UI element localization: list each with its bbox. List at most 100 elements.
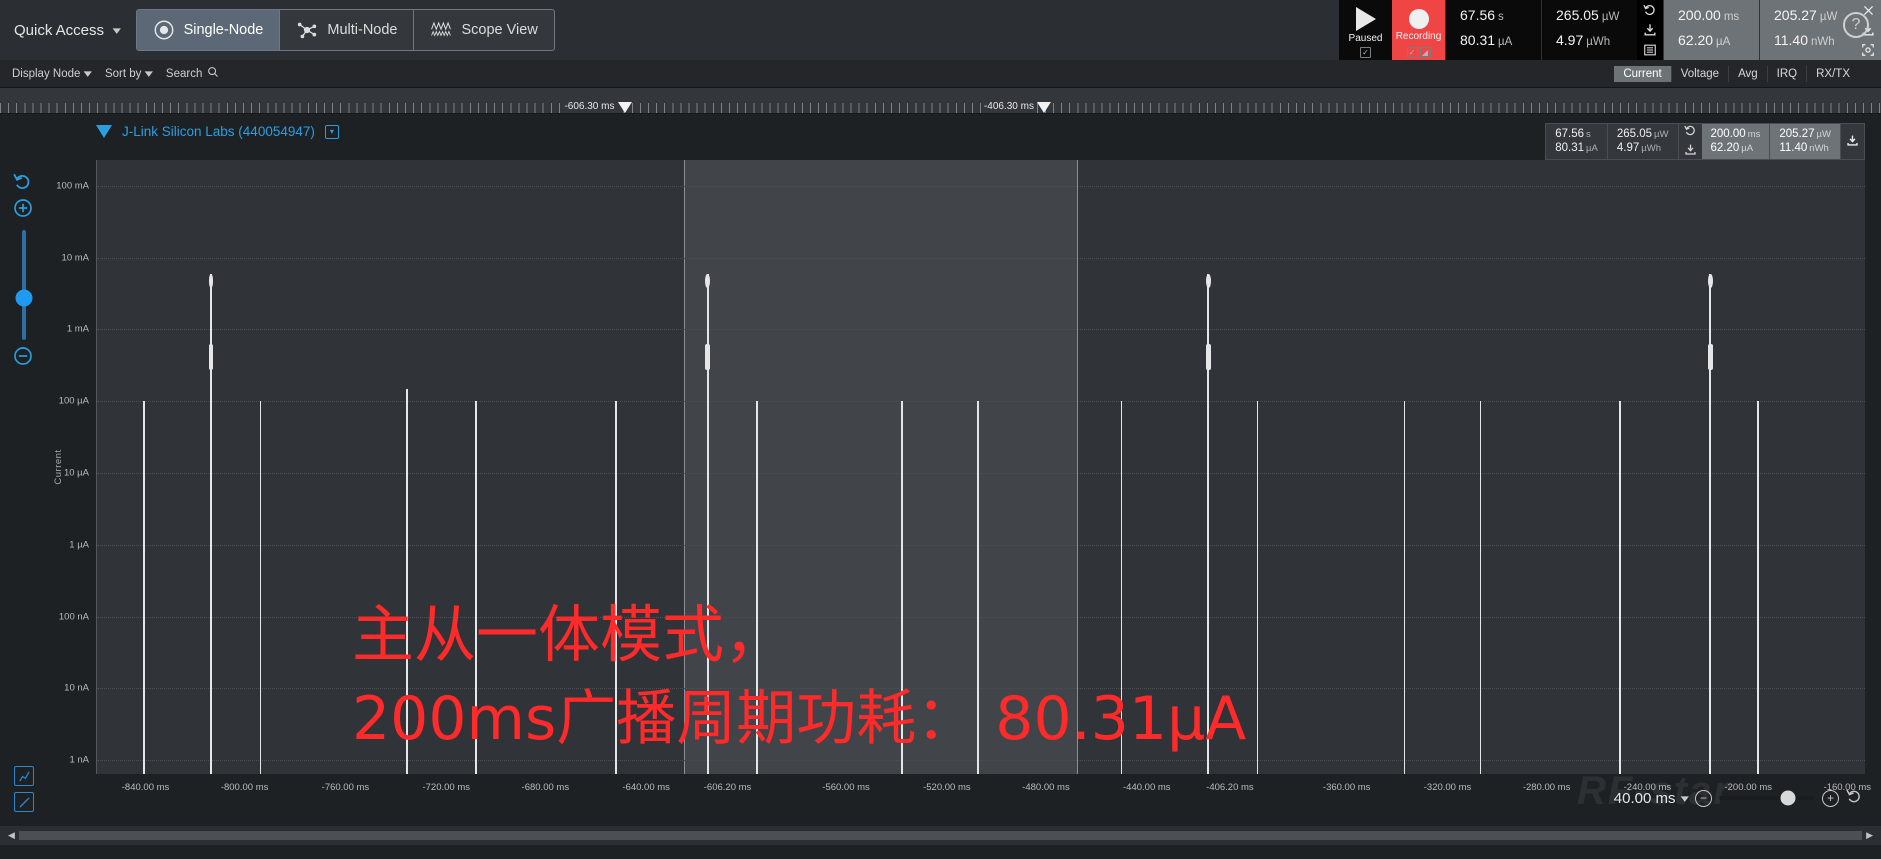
- tab-voltage[interactable]: Voltage: [1672, 65, 1730, 82]
- grid-line: [97, 760, 1865, 762]
- ruler-ticks: [0, 103, 1881, 113]
- scroll-right-icon[interactable]: ▶: [1862, 830, 1877, 841]
- reset-icon[interactable]: [1683, 124, 1697, 140]
- tab-irq[interactable]: IRQ: [1768, 65, 1808, 82]
- node-options-icon[interactable]: ▾: [324, 124, 339, 139]
- zoom-out-icon[interactable]: [13, 346, 35, 368]
- current-spike: [259, 401, 262, 774]
- y-axis-tick-label: 10 µA: [63, 467, 89, 479]
- export-icon[interactable]: [1637, 20, 1663, 40]
- current-spike: [901, 401, 904, 774]
- record-icon: [1408, 9, 1429, 29]
- spike-shoulder: [1205, 343, 1211, 370]
- zoom-track[interactable]: [1719, 790, 1815, 806]
- reset-zoom-icon[interactable]: [13, 172, 35, 194]
- collapse-triangle-icon[interactable]: [96, 125, 112, 138]
- chart-readout-selection-power: 205.27 µW 11.40 nWh: [1770, 124, 1841, 159]
- mode-single-node[interactable]: Single-Node: [136, 10, 281, 50]
- current-spike: [1403, 401, 1406, 774]
- chart-readout-duration: 67.56 s 80.31 µA: [1546, 124, 1608, 159]
- zoom-track-knob[interactable]: [1780, 790, 1796, 806]
- readout-selection-power: 205.27 µW 11.40 nWh: [1759, 0, 1855, 60]
- zoom-out-button[interactable]: −: [1695, 789, 1712, 807]
- plot-selection-region[interactable]: [683, 160, 1079, 774]
- x-axis-tick-label: -406.20 ms: [1206, 782, 1254, 793]
- current-plot[interactable]: Current 100 mA 10 mA 1 mA 100 µA 10 µA 1 µA 10…: [53, 160, 1865, 774]
- grid-line: [97, 401, 1865, 403]
- search-box[interactable]: Search: [162, 66, 229, 81]
- timeline-ruler[interactable]: -606.30 ms -406.30 ms: [0, 88, 1881, 114]
- current-spike: [208, 273, 214, 774]
- chevron-down-icon: ▾: [84, 68, 93, 80]
- chart-area: J-Link Silicon Labs (440054947) ▾ 67.56 s…: [0, 114, 1881, 826]
- export-icon[interactable]: [1684, 143, 1697, 159]
- selection-marker-start[interactable]: -606.30 ms: [561, 101, 632, 113]
- chart-readout-icons: [1679, 124, 1702, 159]
- y-axis-tick-label: 1 µA: [69, 539, 89, 551]
- zoom-in-button[interactable]: +: [1822, 789, 1839, 807]
- screenshot-icon[interactable]: [1855, 40, 1881, 60]
- pause-checkbox[interactable]: ✓: [1360, 47, 1371, 58]
- record-checkbox[interactable]: ✓: [1406, 47, 1418, 58]
- display-node-dropdown[interactable]: Display Node ▾: [8, 67, 101, 81]
- help-label: ?: [1851, 16, 1861, 33]
- selection-marker-end[interactable]: -406.30 ms: [980, 101, 1051, 113]
- current-spike: [1479, 401, 1482, 774]
- y-axis-tick-label: 1 mA: [66, 323, 89, 335]
- y-axis-tick-label: 100 nA: [58, 611, 89, 623]
- play-icon: [1355, 7, 1376, 31]
- mode-multi-node[interactable]: Multi-Node: [280, 10, 415, 50]
- tab-avg[interactable]: Avg: [1729, 65, 1768, 82]
- help-button[interactable]: ?: [1843, 12, 1869, 38]
- reset-icon[interactable]: [1637, 0, 1663, 20]
- readout-selection-duration-bottom: 62.20 µA: [1678, 32, 1731, 48]
- quick-access-menu[interactable]: Quick Access ▾: [0, 0, 136, 60]
- readout-duration: 67.56 s 80.31 µA: [1445, 0, 1541, 60]
- current-spike: [1256, 401, 1259, 774]
- mode-scope-view[interactable]: Scope View: [414, 10, 553, 50]
- readout-action-icons: [1637, 0, 1663, 60]
- x-axis-tick-label: -360.00 ms: [1322, 782, 1371, 793]
- record-button[interactable]: Recording ✓ ◢: [1392, 0, 1445, 60]
- scrollbar-thumb[interactable]: [18, 831, 1863, 840]
- sort-by-label: Sort by: [104, 67, 142, 80]
- tab-current[interactable]: Current: [1614, 65, 1672, 82]
- x-axis-tick-label: -760.00 ms: [321, 782, 370, 793]
- record-label: Recording: [1395, 31, 1442, 42]
- grid-line: [97, 257, 1865, 259]
- zoom-in-icon[interactable]: [13, 198, 35, 220]
- sort-by-dropdown[interactable]: Sort by ▾: [101, 67, 162, 81]
- zoom-slider-knob[interactable]: [15, 289, 33, 307]
- scrollbar-track[interactable]: [18, 831, 1863, 840]
- chevron-down-icon: ▾: [144, 68, 154, 80]
- x-axis-tick-label: -640.00 ms: [622, 782, 670, 793]
- grid-line: [97, 473, 1865, 475]
- selection-marker-end-label: -406.30 ms: [980, 101, 1037, 113]
- scope-view-icon: [430, 19, 452, 41]
- multi-node-icon: [296, 19, 318, 41]
- grid-line: [97, 329, 1865, 331]
- y-axis-tick-label: 1 nA: [69, 754, 89, 766]
- linear-scale-icon[interactable]: [14, 792, 34, 812]
- log-scale-icon[interactable]: [14, 766, 34, 786]
- top-toolbar: Quick Access ▾ Single-Node Multi-Node Sc…: [0, 0, 1881, 60]
- signal-tab-group: Current Voltage Avg IRQ RX/TX: [1614, 65, 1859, 82]
- save-icon[interactable]: [1846, 134, 1859, 150]
- y-axis-tick-label: 100 µA: [58, 395, 89, 407]
- x-axis-tick-label: -520.00 ms: [923, 782, 971, 793]
- horizontal-scrollbar[interactable]: ◀ ▶: [0, 826, 1881, 845]
- pause-button[interactable]: Paused ✓: [1339, 0, 1392, 60]
- x-axis-tick-label: -320.00 ms: [1423, 782, 1472, 793]
- grid-line: [97, 185, 1865, 187]
- spike-shoulder: [705, 343, 711, 370]
- current-spike: [1120, 401, 1123, 774]
- chevron-down-icon[interactable]: ▾: [1681, 792, 1689, 805]
- tab-rxtx[interactable]: RX/TX: [1807, 66, 1859, 82]
- list-icon[interactable]: [1637, 40, 1663, 60]
- record-secondary-checkbox[interactable]: ◢: [1419, 47, 1431, 58]
- zoom-slider[interactable]: [15, 230, 33, 340]
- readout-duration-bottom: 80.31 µA: [1460, 32, 1513, 48]
- current-spike: [705, 273, 711, 774]
- reset-zoom-icon[interactable]: [1846, 788, 1863, 808]
- scroll-left-icon[interactable]: ◀: [4, 830, 19, 841]
